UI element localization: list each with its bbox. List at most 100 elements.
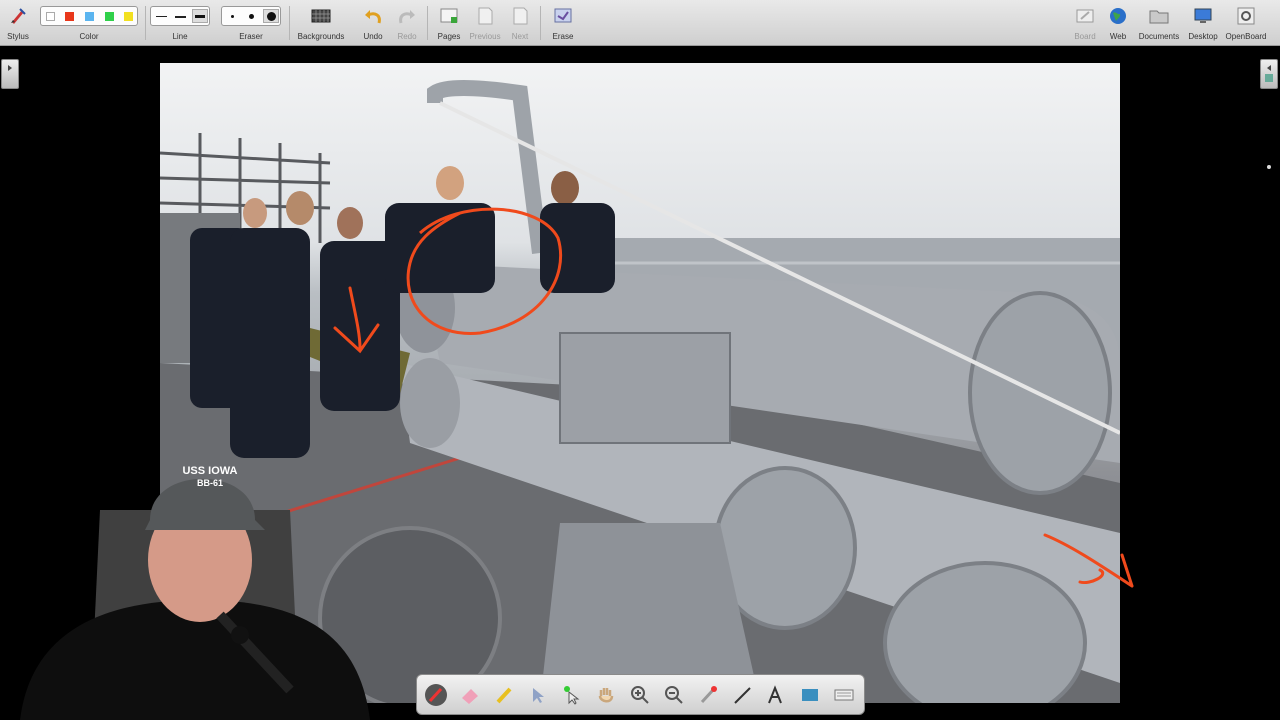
arrow-annotation [333, 286, 380, 354]
add-page-icon [440, 8, 458, 23]
next-page-button[interactable]: Next [508, 0, 532, 46]
selector-icon [533, 688, 544, 703]
redo-button[interactable]: Redo [394, 0, 420, 46]
erase-icon [554, 8, 572, 23]
pointer-dot [1267, 165, 1271, 169]
marker-tool[interactable] [493, 684, 515, 706]
documents-label: Documents [1138, 32, 1180, 41]
toolbar-divider [540, 6, 541, 40]
color-label: Color [79, 32, 99, 41]
desktop-button[interactable]: Desktop [1185, 0, 1221, 46]
web-button[interactable]: Web [1105, 0, 1131, 46]
color-swatch-red[interactable] [65, 12, 74, 21]
hand-tool[interactable] [595, 684, 617, 706]
text-tool[interactable] [765, 684, 787, 706]
line-group: Line [150, 0, 210, 46]
undo-button[interactable]: Undo [360, 0, 386, 46]
zoom-out-icon [665, 686, 683, 704]
board-icon [1076, 9, 1094, 23]
marker-icon [496, 687, 512, 704]
selector-tool[interactable] [527, 684, 549, 706]
text-icon [768, 685, 782, 704]
capture-tool[interactable] [799, 684, 821, 706]
backgrounds-label: Backgrounds [297, 32, 345, 41]
pen-tool[interactable] [425, 684, 447, 706]
zoom-out-tool[interactable] [663, 684, 685, 706]
eraser-group: Eraser [221, 0, 281, 46]
openboard-window: Stylus Color Line Eraser Backgrounds Und… [0, 0, 1280, 720]
line-medium-button[interactable] [175, 16, 186, 18]
line-width-selector [150, 6, 210, 26]
desktop-label: Desktop [1188, 32, 1218, 41]
board-button[interactable]: Board [1072, 0, 1098, 46]
erase-label: Erase [552, 32, 574, 41]
eraser-medium-button[interactable] [249, 14, 254, 19]
previous-label: Previous [469, 32, 501, 41]
gear-icon [1237, 7, 1255, 25]
line-icon [734, 687, 751, 704]
stylus-label: Stylus [7, 32, 29, 41]
line-label: Line [172, 32, 188, 41]
right-palette-handle[interactable] [1260, 59, 1278, 89]
toolbar-divider [289, 6, 290, 40]
color-swatch-blue[interactable] [85, 12, 94, 21]
zoom-in-tool[interactable] [629, 684, 651, 706]
stylus-button[interactable]: Stylus [2, 0, 34, 46]
circle-annotation [406, 207, 563, 335]
previous-page-button[interactable]: Previous [468, 0, 502, 46]
cap-text-line2: BB-61 [196, 478, 223, 488]
eraser-icon [462, 689, 478, 704]
toolbar-divider [145, 6, 146, 40]
left-palette-handle[interactable] [1, 59, 19, 89]
color-swatch-yellow[interactable] [124, 12, 133, 21]
chevron-right-icon [8, 65, 12, 71]
laser-pointer-icon [700, 686, 717, 704]
laser-pointer-tool[interactable] [697, 684, 719, 706]
chevron-left-icon [1265, 65, 1273, 82]
erase-button[interactable]: Erase [550, 0, 576, 46]
pages-label: Pages [437, 32, 461, 41]
cap-text-line1: USS IOWA [182, 465, 238, 477]
eraser-size-selector [221, 6, 281, 26]
arrow-annotation-right [1043, 533, 1134, 588]
folder-icon [1149, 10, 1169, 24]
color-swatch-green[interactable] [105, 12, 114, 21]
next-page-icon [513, 7, 528, 25]
openboard-menu-button[interactable]: OpenBoard [1224, 0, 1268, 46]
eraser-small-button[interactable] [231, 15, 234, 18]
capture-icon [802, 689, 818, 701]
backgrounds-button[interactable]: Backgrounds [294, 0, 348, 46]
pages-button[interactable]: Pages [436, 0, 462, 46]
line-thick-button[interactable] [192, 9, 208, 23]
keyboard-tool[interactable] [833, 684, 855, 706]
interact-tool[interactable] [561, 684, 583, 706]
interact-icon [564, 686, 580, 705]
next-label: Next [511, 32, 529, 41]
keyboard-icon [834, 689, 854, 701]
eraser-large-button[interactable] [263, 9, 279, 23]
line-thin-button[interactable] [156, 16, 167, 17]
cap-embroidery: USS IOWA BB-61 [170, 465, 250, 489]
stylus-palette [416, 674, 865, 715]
grid-background-icon [311, 9, 331, 23]
presenter-image [20, 478, 370, 720]
pen-icon [428, 687, 443, 703]
previous-page-icon [478, 7, 493, 25]
documents-button[interactable]: Documents [1137, 0, 1181, 46]
presenter-webcam: USS IOWA BB-61 [0, 450, 380, 720]
web-label: Web [1109, 32, 1127, 41]
eraser-tool[interactable] [459, 684, 481, 706]
redo-label: Redo [397, 32, 417, 41]
undo-label: Undo [363, 32, 383, 41]
color-swatch-white[interactable] [46, 12, 55, 21]
line-tool[interactable] [731, 684, 753, 706]
desktop-icon [1194, 8, 1212, 23]
globe-icon [1110, 8, 1126, 24]
eraser-label: Eraser [239, 32, 263, 41]
hand-icon [598, 688, 614, 703]
color-group: Color [38, 0, 140, 46]
stylus-icon [11, 8, 26, 24]
color-swatches [40, 6, 138, 26]
board-label: Board [1074, 32, 1096, 41]
toolbar-divider [427, 6, 428, 40]
